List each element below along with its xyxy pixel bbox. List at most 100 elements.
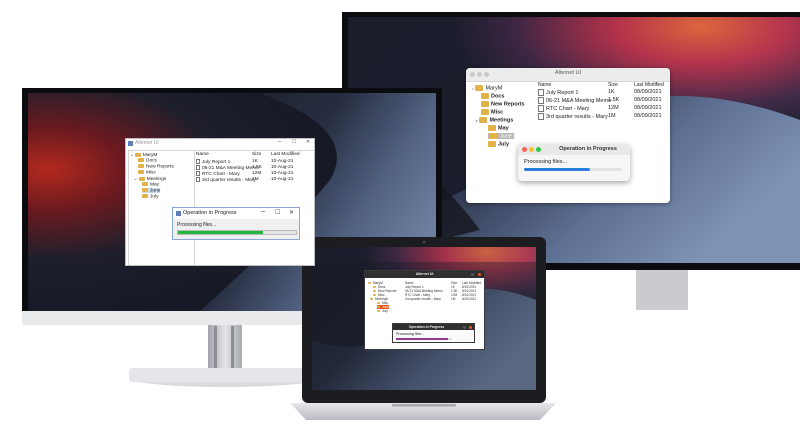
tree-item-may[interactable]: May bbox=[142, 182, 159, 187]
file-row-size: 1M bbox=[608, 113, 616, 119]
folder-icon bbox=[377, 302, 380, 305]
tree-item-docs[interactable]: Docs bbox=[481, 93, 504, 99]
document-icon bbox=[538, 105, 544, 112]
progress-label: Processing files... bbox=[396, 332, 425, 336]
dialog-title: Operation in Progress bbox=[183, 210, 237, 216]
tree-item-may[interactable]: May bbox=[488, 125, 509, 131]
column-name[interactable]: Name bbox=[538, 82, 551, 88]
folder-icon bbox=[373, 286, 376, 289]
tree-item-misc[interactable]: Misc bbox=[481, 109, 503, 115]
file-row-date: 08/09/2021 bbox=[634, 89, 662, 95]
folder-icon bbox=[481, 109, 489, 115]
progress-fill bbox=[178, 231, 263, 234]
tree-item-june[interactable]: June bbox=[488, 133, 514, 140]
file-row-date: 10-Aug-21 bbox=[271, 159, 294, 164]
progress-bar bbox=[524, 168, 622, 171]
document-icon bbox=[538, 113, 544, 120]
minimize-button[interactable]: – bbox=[261, 208, 265, 215]
file-row-name[interactable]: 3rd quarter results - Mary bbox=[196, 177, 256, 183]
progress-bar bbox=[177, 230, 297, 235]
tree-item-july[interactable]: July bbox=[377, 309, 388, 313]
file-row-name[interactable]: 06-21 M&A Meeting Memo bbox=[196, 165, 259, 171]
progress-fill bbox=[396, 338, 448, 340]
folder-icon bbox=[481, 93, 489, 99]
tree-item-root[interactable]: ⌄ MaryM bbox=[471, 85, 502, 91]
tree-item-july[interactable]: July bbox=[142, 194, 159, 199]
maximize-icon[interactable] bbox=[536, 147, 541, 152]
column-name[interactable]: Name bbox=[196, 152, 209, 157]
document-icon bbox=[538, 97, 544, 104]
chevron-down-icon: ⌄ bbox=[134, 176, 138, 181]
folder-icon bbox=[373, 290, 376, 293]
file-row-date: 10-Aug-21 bbox=[271, 177, 294, 182]
file-row-size: 1M bbox=[252, 177, 259, 182]
column-modified[interactable]: Last Modified bbox=[271, 152, 300, 157]
folder-icon bbox=[142, 182, 148, 186]
folder-icon bbox=[142, 188, 148, 192]
tree-item-docs[interactable]: Docs bbox=[138, 158, 157, 163]
dialog-titlebar: Operation in Progress – ☐ ✕ bbox=[173, 208, 299, 219]
window-title: Alternet UI bbox=[135, 140, 159, 146]
tree-item-july[interactable]: July bbox=[488, 141, 509, 147]
maximize-button[interactable]: ☐ bbox=[292, 139, 296, 145]
file-row-size: 1.5K bbox=[608, 97, 620, 103]
tree-item-new-reports[interactable]: New Reports bbox=[481, 101, 525, 107]
file-row-name[interactable]: 06-21 M&A Meeting Memo bbox=[538, 97, 611, 104]
close-button[interactable] bbox=[469, 325, 472, 329]
close-button[interactable] bbox=[478, 273, 481, 276]
minimize-button[interactable]: – bbox=[278, 139, 281, 145]
window-title: Alternet UI bbox=[555, 70, 581, 76]
folder-icon bbox=[377, 310, 380, 313]
file-row-date: 8/10/2021 bbox=[462, 297, 477, 301]
minimize-button[interactable] bbox=[463, 325, 466, 329]
folder-icon bbox=[370, 298, 373, 301]
column-modified[interactable]: Last Modified bbox=[634, 82, 664, 88]
column-size[interactable]: Size bbox=[608, 82, 618, 88]
file-row-size: 1.5K bbox=[252, 165, 262, 170]
tree-item-new-reports[interactable]: New Reports bbox=[138, 164, 174, 169]
file-row-name[interactable]: July Report 1 bbox=[538, 89, 578, 96]
file-row-date: 08/09/2021 bbox=[634, 97, 662, 103]
windows-main-window: Alternet UI – ☐ ✕ ⌄ MaryM Docs New Repor… bbox=[125, 138, 315, 266]
document-icon bbox=[538, 89, 544, 96]
file-row-name[interactable]: 3rd quarter results - Mary bbox=[538, 113, 608, 120]
tree-item-misc[interactable]: Misc bbox=[138, 170, 156, 175]
chevron-down-icon: ⌄ bbox=[130, 152, 134, 157]
document-icon bbox=[196, 165, 200, 170]
folder-icon bbox=[488, 141, 496, 147]
folder-icon bbox=[138, 170, 144, 174]
folder-icon bbox=[138, 164, 144, 168]
close-icon[interactable] bbox=[522, 147, 527, 152]
file-row-name[interactable]: RTC Chart - Mary bbox=[196, 171, 240, 177]
file-row-size: 12M bbox=[608, 105, 619, 111]
file-row-name[interactable]: July Report 1 bbox=[196, 159, 230, 165]
window-title: Alternet UI bbox=[415, 272, 434, 276]
folder-icon bbox=[481, 101, 489, 107]
progress-fill bbox=[524, 168, 590, 171]
folder-icon bbox=[377, 306, 380, 309]
file-row-size: 1M bbox=[451, 297, 456, 301]
column-size[interactable]: Size bbox=[252, 152, 261, 157]
folder-icon bbox=[475, 85, 484, 91]
close-button[interactable]: ✕ bbox=[306, 139, 310, 145]
maximize-button[interactable]: ☐ bbox=[275, 209, 280, 216]
file-row-name[interactable]: RTC Chart - Mary bbox=[538, 105, 589, 112]
minimize-button[interactable] bbox=[471, 273, 474, 276]
mac-main-window: Alternet UI ⌄ MaryM Docs New Reports Mis… bbox=[466, 68, 670, 203]
tree-item-june[interactable]: June bbox=[142, 188, 161, 194]
folder-icon bbox=[138, 176, 145, 181]
document-icon bbox=[196, 177, 200, 182]
folder-icon bbox=[142, 194, 148, 198]
linux-titlebar: Alternet UI bbox=[365, 271, 484, 278]
file-row-date: 10-Aug-21 bbox=[271, 171, 294, 176]
progress-label: Processing files... bbox=[524, 159, 568, 165]
file-row-name[interactable]: 3rd quarter results - Mary bbox=[405, 297, 441, 301]
mac-titlebar: Alternet UI bbox=[466, 68, 670, 82]
dialog-title: Operation in Progress bbox=[559, 146, 617, 152]
dialog-titlebar: Operation in Progress bbox=[518, 144, 630, 155]
folder-icon bbox=[373, 294, 376, 297]
close-button[interactable]: ✕ bbox=[289, 209, 294, 216]
minimize-icon[interactable] bbox=[529, 147, 534, 152]
app-icon bbox=[128, 141, 133, 146]
tree-item-meetings[interactable]: ⌄ Meetings bbox=[475, 117, 513, 123]
